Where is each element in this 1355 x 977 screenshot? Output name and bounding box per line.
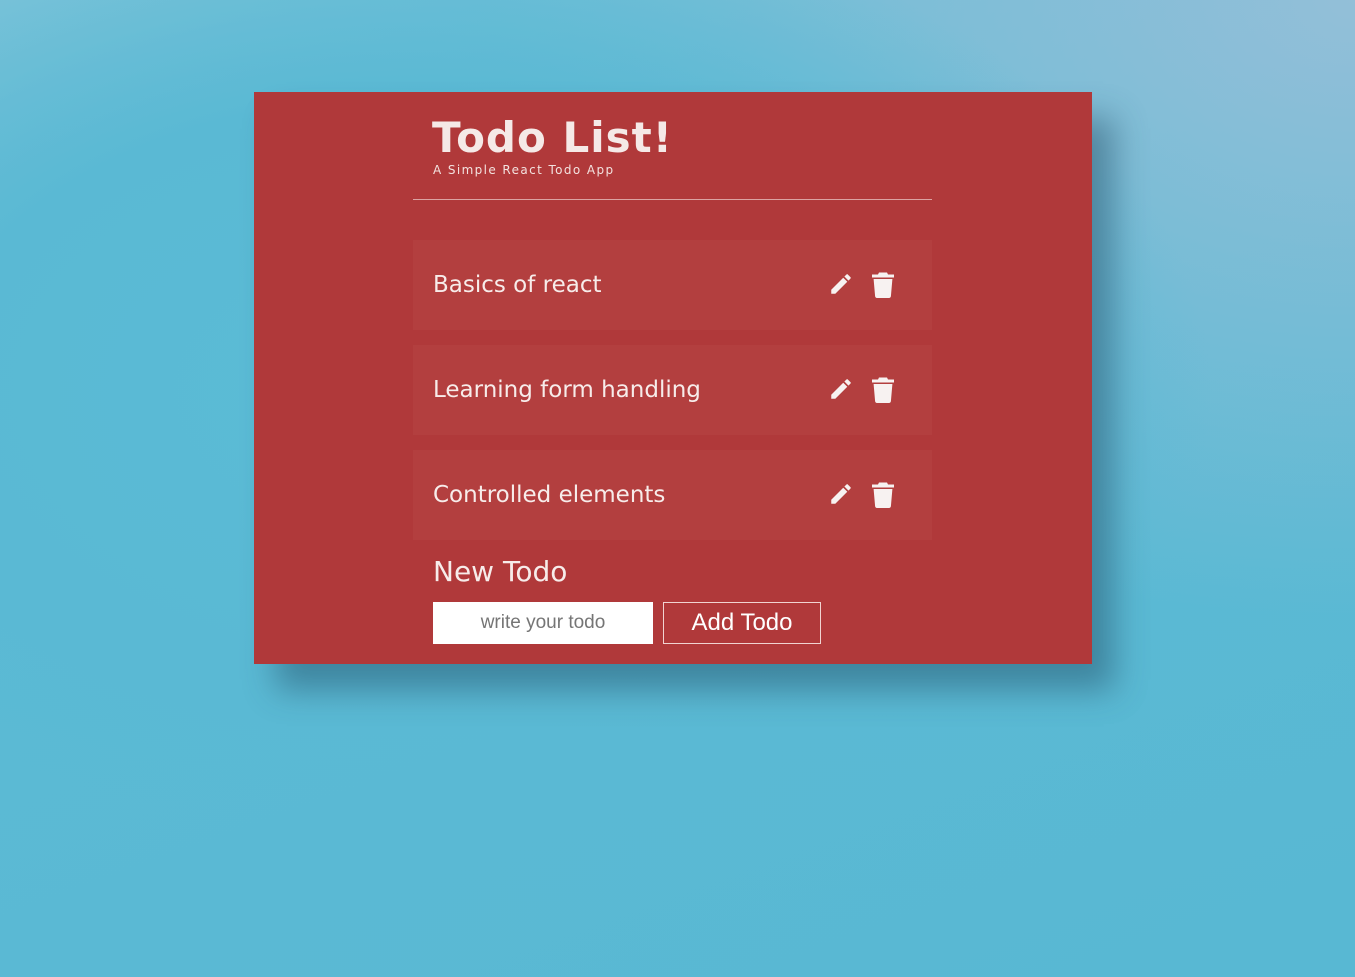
todo-item: Controlled elements [413,450,932,540]
page-title: Todo List! [432,113,673,162]
trash-icon [872,272,894,298]
todo-item: Basics of react [413,240,932,330]
edit-todo-button[interactable] [826,373,856,405]
pencil-icon [831,274,851,294]
trash-icon [872,377,894,403]
delete-todo-button[interactable] [868,268,898,300]
edit-todo-button[interactable] [826,268,856,300]
page-subtitle: A Simple React Todo App [433,163,615,177]
new-todo-input[interactable] [433,602,653,644]
edit-todo-button[interactable] [826,478,856,510]
todo-item: Learning form handling [413,345,932,435]
todo-text[interactable]: Learning form handling [433,345,701,435]
header-divider [413,199,932,200]
trash-icon [872,482,894,508]
todo-card: Todo List! A Simple React Todo App Basic… [254,92,1092,664]
todo-text[interactable]: Controlled elements [433,450,665,540]
delete-todo-button[interactable] [868,373,898,405]
todo-text[interactable]: Basics of react [433,240,602,330]
add-todo-button[interactable]: Add Todo [663,602,821,644]
pencil-icon [831,484,851,504]
pencil-icon [831,379,851,399]
todo-list: Basics of react Learning form handling C… [413,240,932,555]
delete-todo-button[interactable] [868,478,898,510]
new-todo-label: New Todo [433,555,568,588]
